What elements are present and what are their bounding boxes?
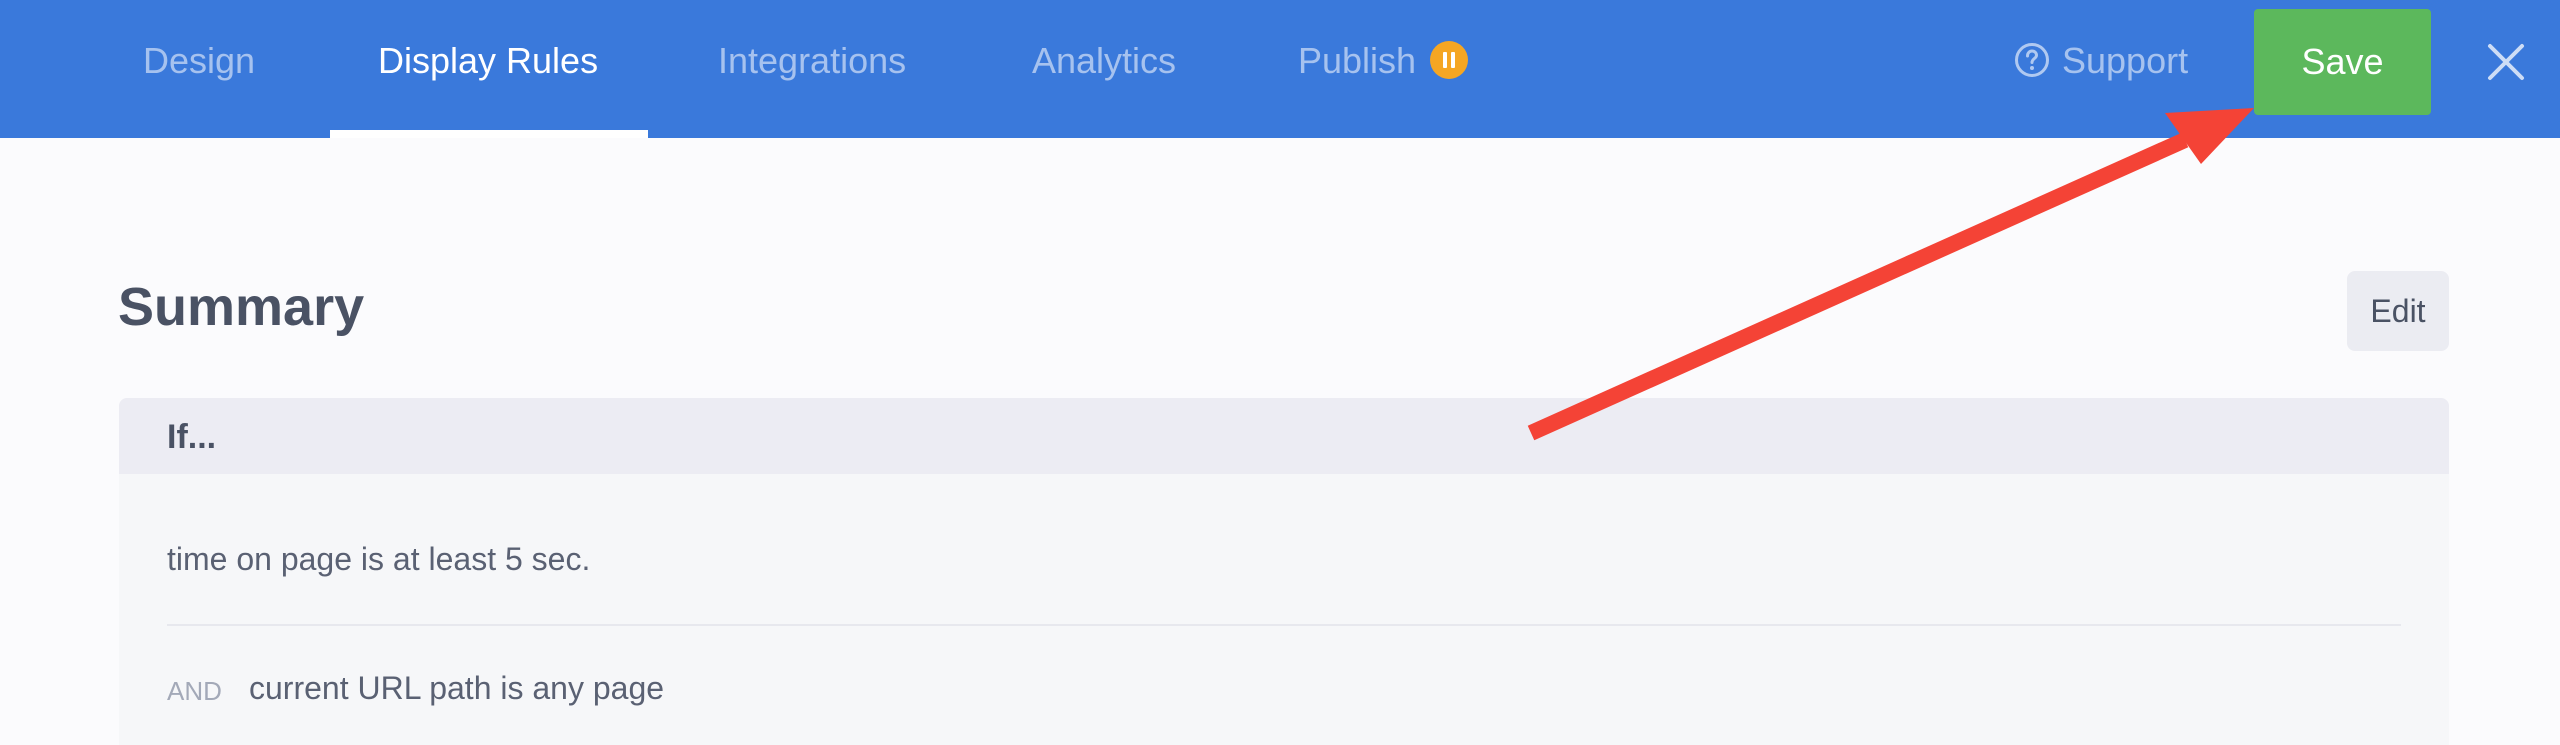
tab-publish-label: Publish bbox=[1298, 40, 1417, 81]
help-circle-icon bbox=[2015, 43, 2049, 78]
pause-icon bbox=[1430, 41, 1469, 80]
tab-analytics[interactable]: Analytics bbox=[1032, 0, 1176, 138]
tab-display-rules[interactable]: Display Rules bbox=[378, 0, 598, 138]
rule-operator: AND bbox=[167, 676, 222, 706]
rule-current-url: current URL path is any page bbox=[249, 670, 665, 706]
tab-design[interactable]: Design bbox=[143, 0, 255, 138]
page-title: Summary bbox=[118, 277, 365, 337]
top-navigation-bar: Design Display Rules Integrations Analyt… bbox=[0, 0, 2560, 138]
edit-button[interactable]: Edit bbox=[2347, 271, 2449, 351]
rule-time-on-page: time on page is at least 5 sec. bbox=[167, 541, 591, 577]
support-link[interactable]: Support bbox=[2014, 0, 2188, 138]
rules-header-label: If... bbox=[167, 418, 217, 456]
rules-header: If... bbox=[119, 398, 2449, 474]
active-tab-indicator bbox=[330, 130, 648, 138]
rules-summary-card: If... time on page is at least 5 sec. AN… bbox=[119, 398, 2449, 745]
support-label: Support bbox=[2062, 40, 2189, 81]
save-button[interactable]: Save bbox=[2254, 9, 2431, 115]
close-icon[interactable] bbox=[2486, 42, 2526, 82]
tab-integrations[interactable]: Integrations bbox=[718, 0, 906, 138]
tab-publish[interactable]: Publish bbox=[1298, 0, 1469, 138]
rule-divider bbox=[167, 624, 2401, 626]
annotation-arrow-shaft bbox=[1527, 132, 2189, 441]
